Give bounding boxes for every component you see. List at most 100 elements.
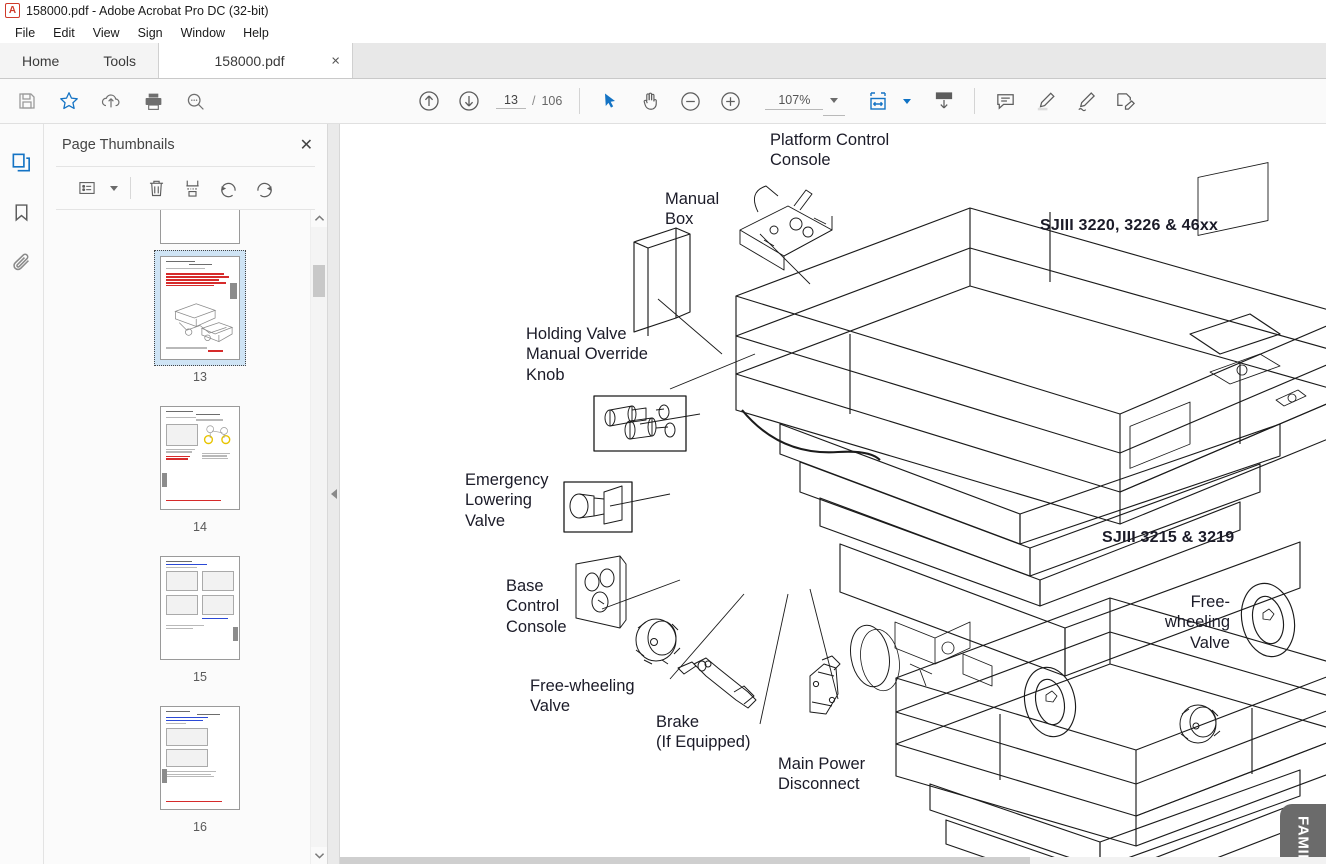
thumbnail-page-preview	[160, 706, 240, 810]
thumbnail-page-preview	[160, 210, 240, 244]
cursor-arrow-icon[interactable]	[591, 84, 629, 118]
window-title: 158000.pdf - Adobe Acrobat Pro DC (32-bi…	[26, 3, 269, 18]
page-number-input[interactable]	[496, 93, 526, 109]
menu-help[interactable]: Help	[234, 25, 278, 41]
scrollbar-track[interactable]	[311, 227, 327, 847]
rotate-cw-icon[interactable]	[247, 173, 281, 203]
search-icon[interactable]	[176, 84, 214, 118]
thumbnail-page-number: 15	[193, 670, 207, 684]
highlighter-icon[interactable]	[1026, 84, 1064, 118]
toolbar-divider-2	[974, 88, 976, 114]
page-thumbnails-list[interactable]: 12	[44, 210, 327, 864]
list-options-dropdown[interactable]	[106, 173, 122, 203]
callout-holding-valve-override-knob: Holding Valve Manual Override Knob	[526, 325, 648, 384]
thumbnail-page-number: 13	[193, 370, 207, 384]
zoom-dropdown-button[interactable]	[823, 86, 846, 116]
panel-toolbar-divider	[130, 177, 131, 199]
heading-model-bottom: SJIII 3215 & 3219	[1102, 529, 1235, 546]
scroll-up-button[interactable]	[311, 210, 327, 227]
page-separator: /	[532, 94, 536, 108]
thumbnail-page-preview	[160, 556, 240, 660]
list-item[interactable]: 13	[154, 250, 246, 384]
callout-emergency-lowering-valve: Emergency Lowering Valve	[465, 471, 549, 530]
chevron-left-icon	[330, 489, 337, 499]
close-icon[interactable]: ✕	[300, 135, 313, 155]
close-icon[interactable]: ×	[331, 53, 340, 68]
list-item[interactable]: 14	[154, 400, 246, 534]
sidebar-item-bookmarks[interactable]	[8, 198, 36, 226]
thumbnail-page-number: 16	[193, 820, 207, 834]
main-toolbar: / 106	[0, 79, 1326, 124]
sidebar-item-page-thumbnails[interactable]	[8, 148, 36, 176]
pdf-page: Platform Control Console Manual Box Hold…	[340, 124, 1326, 864]
heading-model-top: SJIII 3220, 3226 & 46xx	[1040, 217, 1219, 234]
sign-pen-icon[interactable]	[1066, 84, 1104, 118]
zoom-level-input[interactable]	[765, 92, 824, 110]
tab-bar-filler	[353, 43, 1326, 78]
scrollbar-thumb[interactable]	[340, 857, 1030, 864]
callout-platform-control-console: Platform Control Console	[770, 131, 890, 170]
document-horizontal-scrollbar[interactable]	[340, 857, 1326, 864]
menu-edit[interactable]: Edit	[44, 25, 84, 41]
scroll-down-button[interactable]	[311, 847, 327, 864]
upload-cloud-icon[interactable]	[92, 84, 130, 118]
fit-page-icon[interactable]	[859, 84, 897, 118]
callout-free-wheeling-valve-right: Free- wheeling Valve	[1164, 593, 1230, 652]
list-item[interactable]: 16	[154, 700, 246, 834]
tab-document[interactable]: 158000.pdf ×	[158, 43, 354, 78]
acrobat-logo-icon: A	[5, 3, 20, 18]
tab-bar: Home Tools 158000.pdf ×	[0, 43, 1326, 79]
document-viewer[interactable]: Platform Control Console Manual Box Hold…	[340, 124, 1326, 864]
page-indicator: / 106	[496, 93, 562, 109]
scrollbar-thumb[interactable]	[313, 265, 325, 297]
rotate-ccw-icon[interactable]	[211, 173, 245, 203]
save-icon[interactable]	[8, 84, 46, 118]
page-thumbnails-header: Page Thumbnails ✕	[44, 124, 327, 166]
zoom-level-control	[765, 86, 846, 116]
next-page-button[interactable]	[450, 84, 488, 118]
title-bar: A 158000.pdf - Adobe Acrobat Pro DC (32-…	[0, 0, 1326, 22]
callout-main-power-disconnect: Main Power Disconnect	[778, 755, 866, 794]
callout-brake: Brake (If Equipped)	[656, 713, 751, 752]
collapse-sidebar-handle[interactable]	[328, 124, 340, 864]
section-tab-familiarization: FAMILIARIZATIO	[1280, 804, 1326, 864]
thumbnails-scrollbar[interactable]	[310, 210, 327, 864]
navigation-rail	[0, 124, 44, 864]
fit-page-dropdown-button[interactable]	[899, 84, 915, 118]
toolbar-divider-1	[579, 88, 581, 114]
tab-tools[interactable]: Tools	[81, 43, 159, 78]
menu-bar: File Edit View Sign Window Help	[0, 22, 1326, 43]
list-item[interactable]: 15	[154, 550, 246, 684]
scroll-mode-icon[interactable]	[925, 84, 963, 118]
trash-icon[interactable]	[139, 173, 173, 203]
callout-base-control-console: Base Control Console	[506, 577, 567, 636]
page-thumbnails-toolbar	[56, 166, 315, 210]
previous-page-button[interactable]	[410, 84, 448, 118]
page-total: 106	[541, 94, 563, 108]
star-icon[interactable]	[50, 84, 88, 118]
sidebar-item-attachments[interactable]	[8, 248, 36, 276]
page-thumbnails-panel: Page Thumbnails ✕ 13 14 15 16	[44, 124, 328, 864]
extract-pages-icon[interactable]	[175, 173, 209, 203]
thumbnail-page-preview	[160, 256, 240, 360]
tab-home[interactable]: Home	[0, 43, 82, 78]
print-icon[interactable]	[134, 84, 172, 118]
thumbnail-page-preview	[160, 406, 240, 510]
menu-view[interactable]: View	[84, 25, 129, 41]
chevron-down-icon	[110, 185, 118, 191]
panel-title: Page Thumbnails	[62, 137, 175, 153]
menu-window[interactable]: Window	[172, 25, 234, 41]
fill-and-sign-icon[interactable]	[1106, 84, 1144, 118]
tab-document-label: 158000.pdf	[214, 52, 285, 69]
thumbnail-page-number: 14	[193, 520, 207, 534]
zoom-in-button[interactable]	[711, 84, 749, 118]
menu-sign[interactable]: Sign	[129, 25, 172, 41]
comment-icon[interactable]	[986, 84, 1024, 118]
callout-free-wheeling-valve-left: Free-wheeling Valve	[530, 677, 635, 716]
zoom-out-button[interactable]	[671, 84, 709, 118]
chevron-down-icon	[830, 98, 839, 103]
workspace: Page Thumbnails ✕ 13 14 15 16 Platform C…	[0, 124, 1326, 864]
hand-icon[interactable]	[631, 84, 669, 118]
menu-file[interactable]: File	[6, 25, 44, 41]
list-options-icon[interactable]	[70, 173, 104, 203]
